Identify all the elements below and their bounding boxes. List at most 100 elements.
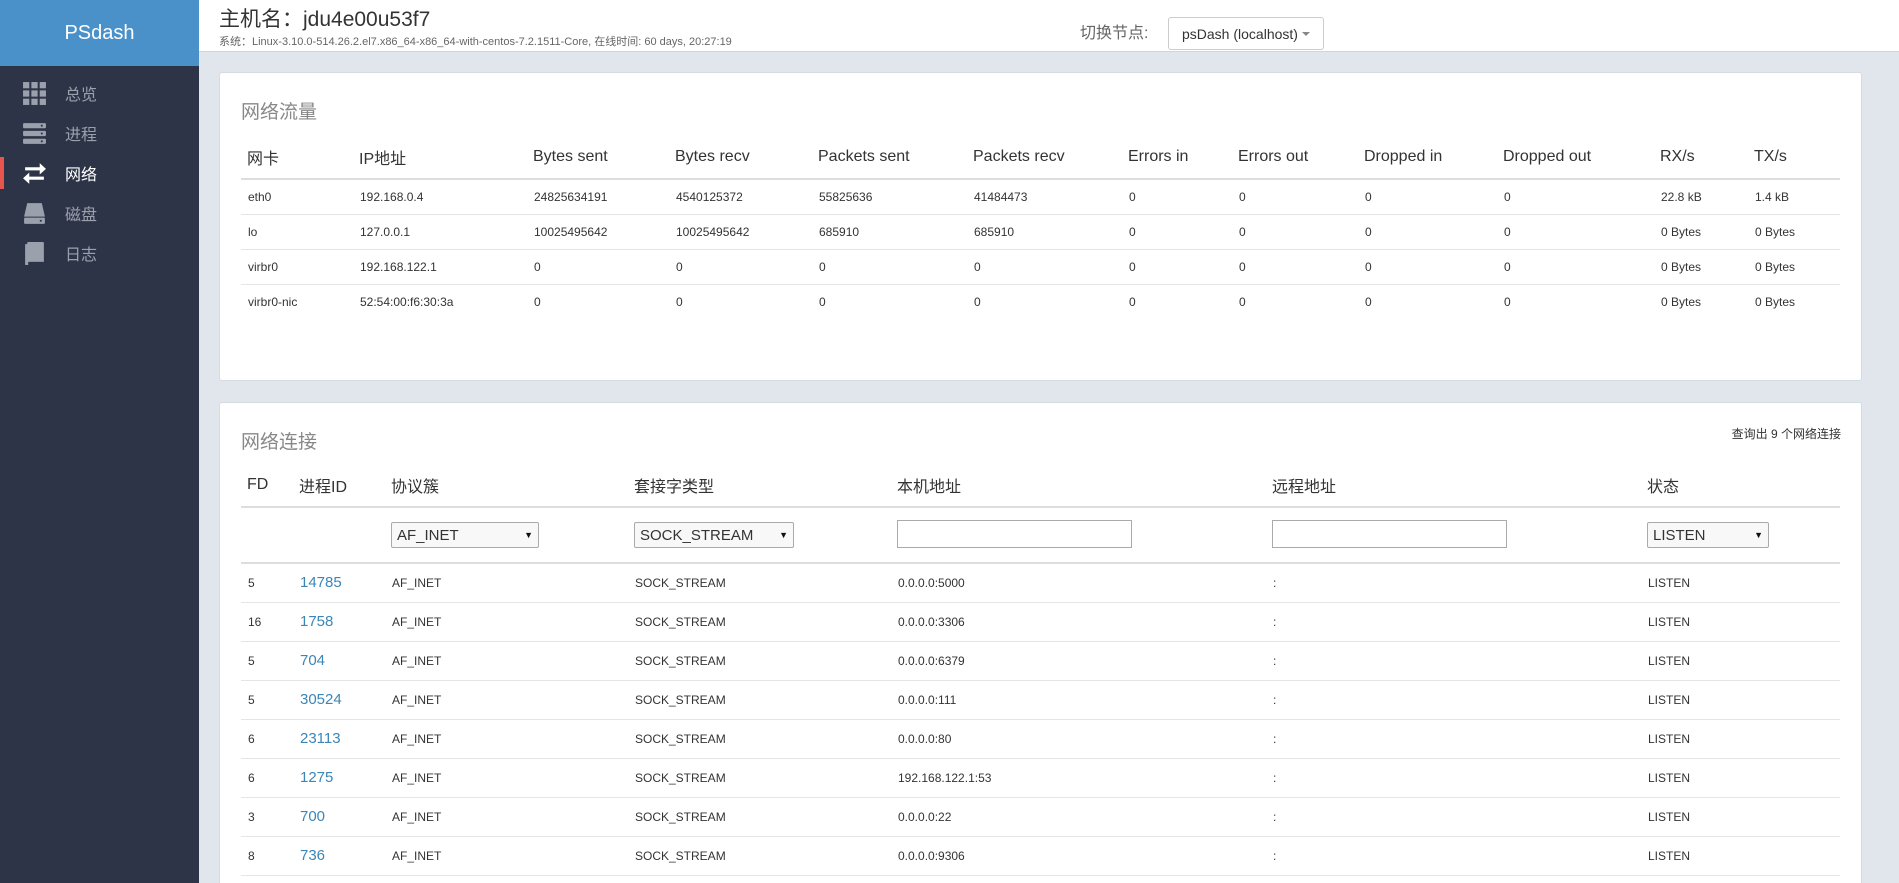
- family-cell: AF_INET: [385, 563, 628, 603]
- family-cell: AF_INET: [385, 797, 628, 837]
- pid-link[interactable]: 704: [293, 641, 385, 681]
- dropped-in-cell: 0: [1365, 294, 1372, 309]
- local-address-cell: 0.0.0.0:9306: [891, 836, 1266, 876]
- node-switch-label: 切换节点:: [1080, 25, 1149, 42]
- column-header: IP地址: [353, 135, 527, 180]
- bytes-sent-cell: 0: [527, 249, 669, 285]
- pid-link[interactable]: 23113: [293, 719, 385, 759]
- local-address-cell: 0.0.0.0:5000: [891, 563, 1266, 603]
- local-address-cell: 0.0.0.0:3306: [891, 602, 1266, 642]
- family-filter-value: AF_INET: [397, 526, 459, 544]
- pid-link[interactable]: 1758: [293, 602, 385, 642]
- server-icon: [22, 121, 47, 146]
- panel-title: 网络流量: [241, 102, 318, 123]
- top-header: 主机名：jdu4e00u53f7 系统：Linux-3.10.0-514.26.…: [199, 0, 1899, 52]
- sidebar-item-processes[interactable]: 进程: [0, 113, 199, 153]
- bytes-recv-cell: 4540125372: [669, 179, 812, 215]
- family-filter-select[interactable]: AF_INET ▼: [391, 522, 539, 548]
- packets-sent-cell: 0: [819, 294, 826, 309]
- brand-logo[interactable]: PSdash: [0, 0, 199, 66]
- state-cell: LISTEN: [1641, 719, 1840, 759]
- pid-link[interactable]: 30524: [293, 680, 385, 720]
- dropdown-arrow-icon: ▼: [779, 530, 788, 540]
- table-header-row: 网卡 IP地址 Bytes sent Bytes recv Packets se…: [241, 135, 1840, 180]
- remote-address-cell: :: [1266, 602, 1641, 642]
- pid-link[interactable]: 1275: [293, 758, 385, 798]
- column-header: 状态: [1641, 463, 1840, 508]
- table-row: 6 1275 AF_INET SOCK_STREAM 192.168.122.1:53:…: [241, 758, 1840, 798]
- interface-cell: lo: [241, 214, 353, 250]
- table-row: 8 736 AF_INET SOCK_STREAM 0.0.0.0:9306: LISTE…: [241, 836, 1840, 876]
- sidebar-item-label: 日志: [65, 247, 98, 264]
- family-cell: AF_INET: [385, 680, 628, 720]
- rx-rate-cell: 0 Bytes: [1654, 214, 1748, 250]
- ip-address-cell: 192.168.0.4: [353, 179, 527, 215]
- bytes-sent-cell: 24825634191: [527, 179, 669, 215]
- state-cell: LISTEN: [1641, 836, 1840, 876]
- socket-type-cell: SOCK_STREAM: [628, 719, 891, 759]
- remote-address-cell: :: [1266, 563, 1641, 603]
- fd-cell: 5: [241, 563, 293, 603]
- system-info: 系统：Linux-3.10.0-514.26.2.el7.x86_64-x86_…: [219, 36, 732, 48]
- family-cell: AF_INET: [385, 641, 628, 681]
- dropped-in-cell: 0: [1358, 214, 1497, 250]
- column-header: Dropped in: [1358, 135, 1497, 180]
- grid-icon: [22, 81, 47, 106]
- pid-link[interactable]: 14785: [293, 563, 385, 603]
- sidebar-item-overview[interactable]: 总览: [0, 73, 199, 113]
- socket-type-cell: SOCK_STREAM: [628, 563, 891, 603]
- pid-link[interactable]: 700: [293, 797, 385, 837]
- sidebar-item-label: 总览: [65, 87, 98, 104]
- family-cell: AF_INET: [385, 758, 628, 798]
- sidebar-item-network[interactable]: 网络: [0, 153, 199, 193]
- local-address-cell: 0.0.0.0:6379: [891, 641, 1266, 681]
- type-filter-select[interactable]: SOCK_STREAM ▼: [634, 522, 794, 548]
- column-header: 远程地址: [1266, 463, 1641, 508]
- sidebar-item-label: 网络: [65, 167, 98, 184]
- caret-down-icon: [1301, 31, 1310, 36]
- fd-cell: 6: [241, 758, 293, 798]
- sidebar-item-disks[interactable]: 磁盘: [0, 193, 199, 233]
- tx-rate-cell: 0 Bytes: [1748, 214, 1840, 250]
- remote-address-cell: :: [1266, 758, 1641, 798]
- table-row: virbr0-nic 52:54:00:f6:30:3a 0 0 0 0 0 0 0 0 0 Byt…: [241, 284, 1840, 319]
- errors-out-cell: 0: [1232, 214, 1358, 250]
- fd-cell: 5: [241, 680, 293, 720]
- local-address-cell: 192.168.122.1:53: [891, 758, 1266, 798]
- remote-address-filter-input[interactable]: [1272, 519, 1507, 548]
- remote-address-cell: :: [1266, 836, 1641, 876]
- column-header: 本机地址: [891, 463, 1266, 508]
- fd-cell: 5: [241, 641, 293, 681]
- packets-recv-cell: 41484473: [967, 179, 1122, 215]
- table-header-row: FD 进程ID 协议簇 套接字类型 本机地址 远程地址 状态: [241, 463, 1840, 508]
- dropped-out-cell: 0: [1497, 249, 1654, 285]
- column-header: Bytes recv: [669, 135, 812, 180]
- dropped-out-cell: 0: [1497, 179, 1654, 215]
- sidebar-item-logs[interactable]: 日志: [0, 233, 199, 273]
- column-header: RX/s: [1654, 135, 1748, 180]
- errors-in-cell: 0: [1129, 294, 1136, 309]
- local-address-filter-input[interactable]: [897, 519, 1132, 548]
- socket-type-cell: SOCK_STREAM: [628, 641, 891, 681]
- column-header: Packets sent: [812, 135, 967, 180]
- state-filter-select[interactable]: LISTEN ▼: [1647, 522, 1769, 548]
- network-traffic-table: 网卡 IP地址 Bytes sent Bytes recv Packets se…: [241, 135, 1840, 319]
- errors-out-cell: 0: [1232, 179, 1358, 215]
- bytes-recv-cell: 0: [676, 294, 683, 309]
- column-header: 协议簇: [385, 463, 628, 508]
- column-header: Bytes sent: [527, 135, 669, 180]
- bytes-sent-cell: 10025495642: [527, 214, 669, 250]
- tx-rate-cell: 1.4 kB: [1748, 179, 1840, 215]
- ip-address-cell: 192.168.122.1: [353, 249, 527, 285]
- column-header: FD: [241, 463, 293, 508]
- fd-cell: 8: [241, 836, 293, 876]
- node-switch-value: psDash (localhost): [1182, 25, 1298, 42]
- filter-row: AF_INET ▼ SOCK_STREAM ▼ LISTEN ▼: [241, 507, 1840, 564]
- pid-link[interactable]: 736: [293, 836, 385, 876]
- state-cell: LISTEN: [1641, 680, 1840, 720]
- state-cell: LISTEN: [1641, 602, 1840, 642]
- table-row: 3 700 AF_INET SOCK_STREAM 0.0.0.0:22: LISTEN: [241, 797, 1840, 837]
- node-switch-dropdown[interactable]: psDash (localhost): [1168, 17, 1324, 50]
- packets-sent-cell: 55825636: [812, 179, 967, 215]
- host-title: 主机名：jdu4e00u53f7: [219, 8, 431, 31]
